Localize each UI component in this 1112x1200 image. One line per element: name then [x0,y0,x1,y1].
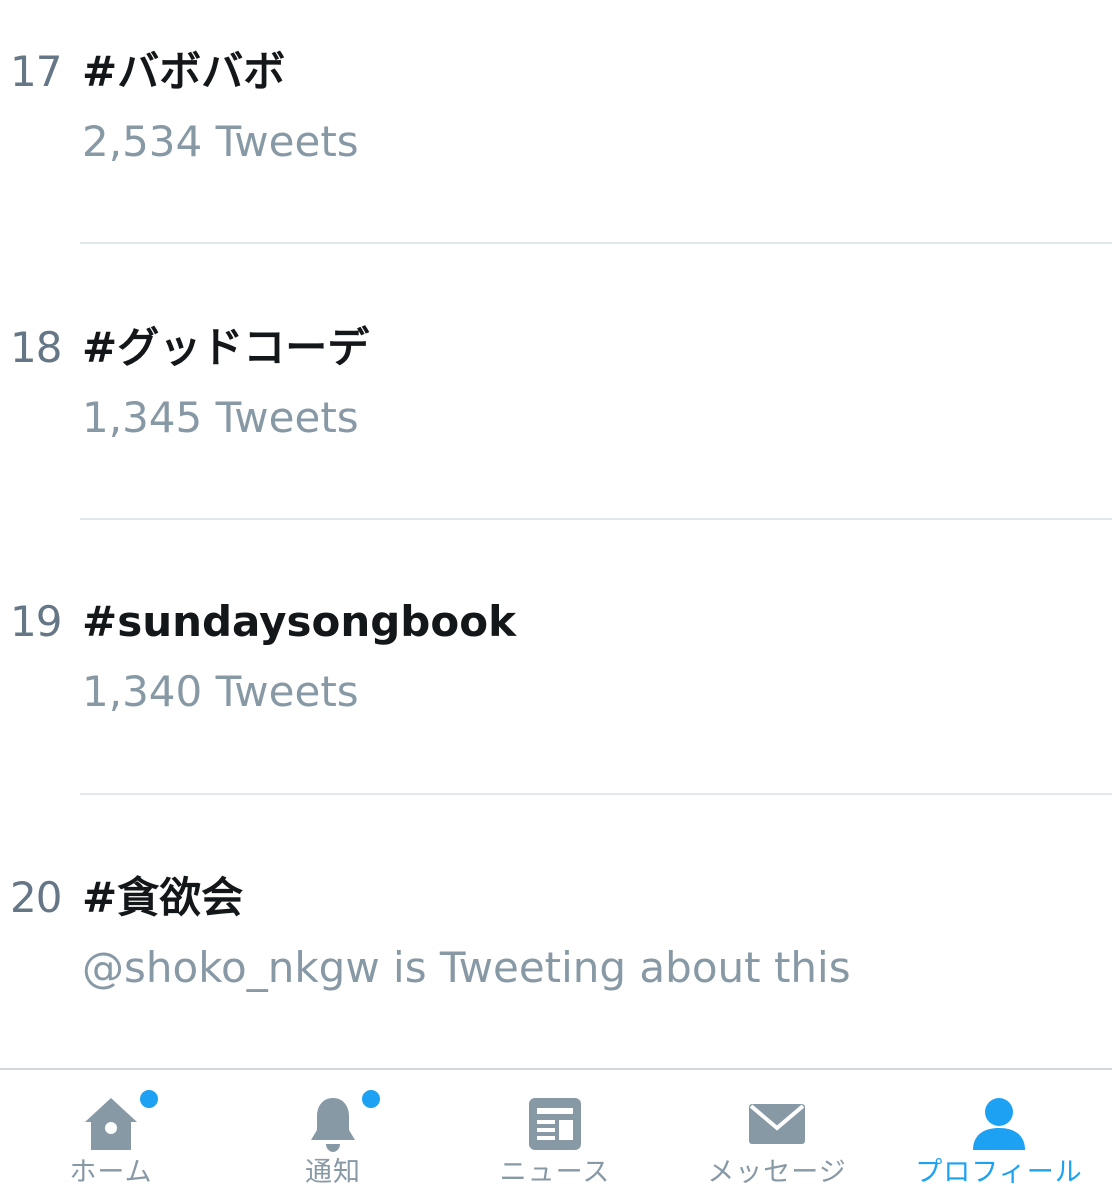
tab-home-label: ホーム [69,1157,153,1188]
trend-divider [80,242,1112,244]
trend-tweet-count: 1,340 Tweets [82,667,359,716]
tab-messages[interactable]: メッセージ [666,1070,888,1200]
bottom-tab-bar: ホーム 通知 ニュース メッセージ プロフィール [0,1068,1112,1200]
tab-news[interactable]: ニュース [444,1070,666,1200]
home-unread-dot [138,1088,160,1110]
person-icon [973,1098,1025,1150]
trend-context: @shoko_nkgw is Tweeting about this [82,943,851,992]
bell-icon [311,1098,355,1152]
trends-page: 17 #バボバボ 2,534 Tweets 18 #グッドコーデ 1,345 T… [0,0,1112,1200]
trend-tweet-count: 1,345 Tweets [82,393,359,442]
news-icon [529,1098,581,1150]
trend-rank: 20 [10,873,62,922]
trend-divider [80,518,1112,520]
tab-messages-label: メッセージ [707,1157,847,1188]
trend-hashtag: #sundaysongbook [82,597,517,646]
trend-rank: 17 [10,47,62,96]
tab-profile[interactable]: プロフィール [888,1070,1110,1200]
tab-notifications[interactable]: 通知 [222,1070,444,1200]
home-icon [85,1098,137,1150]
trend-tweet-count: 2,534 Tweets [82,117,359,166]
trend-hashtag: #バボバボ [82,47,286,96]
tab-profile-label: プロフィール [915,1157,1083,1188]
trend-hashtag: #グッドコーデ [82,323,370,372]
tab-news-label: ニュース [499,1157,611,1188]
trend-rank: 19 [10,597,62,646]
tab-home[interactable]: ホーム [0,1070,222,1200]
trend-divider [80,793,1112,795]
trend-hashtag: #貪欲会 [82,873,244,922]
tab-notifications-label: 通知 [305,1157,361,1188]
envelope-icon [749,1104,805,1144]
trend-rank: 18 [10,323,62,372]
notifications-unread-dot [360,1088,382,1110]
